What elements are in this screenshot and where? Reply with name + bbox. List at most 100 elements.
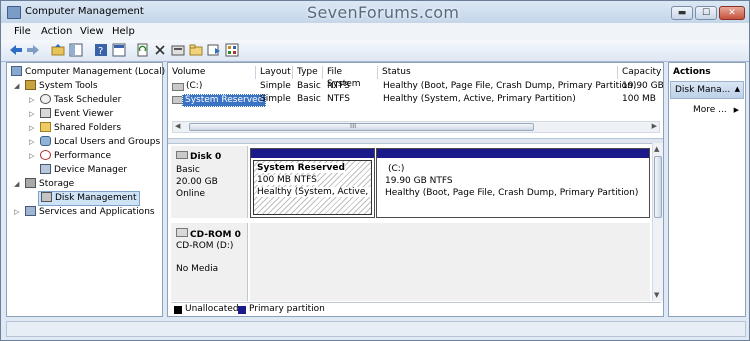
column-header-capacity[interactable]: Capacity [618,66,663,79]
tree-item-system-tools[interactable]: System Tools [25,80,98,93]
menu-action[interactable]: Action [41,26,72,37]
legend-primary-label: Primary partition [249,304,325,314]
column-header-layout[interactable]: Layout [256,66,293,79]
tree-item-label: Computer Management (Local) [25,67,166,77]
disk0-label[interactable]: Disk 0 Basic 20.00 GB Online [171,146,248,218]
actions-more[interactable]: More ... ▶ [693,105,739,115]
partition-size: 100 MB NTFS [257,175,317,185]
collapse-up-icon[interactable]: ▲ [735,85,740,93]
tree-item-label: Services and Applications [39,207,155,217]
refresh-icon[interactable] [136,43,150,57]
cdrom0-label[interactable]: CD-ROM 0 CD-ROM (D:) No Media [171,223,248,301]
column-header-type[interactable]: Type [293,66,323,79]
expand-arrow-icon[interactable]: ▷ [29,110,34,118]
export-icon[interactable] [207,43,221,57]
submenu-arrow-icon: ▶ [733,106,740,114]
tree-item-local-users[interactable]: Local Users and Groups [40,136,160,149]
menu-file[interactable]: File [14,26,31,37]
table-row[interactable]: System Reserved Simple Basic NTFS Health… [168,94,663,107]
tree-item-shared-folders[interactable]: Shared Folders [40,122,121,135]
pane-splitter[interactable] [168,138,663,144]
help-icon[interactable]: ? [94,43,108,57]
title-bar: Computer Management SevenForums.com ▬ ☐ … [1,1,749,23]
cdrom0-area [250,223,650,301]
menu-bar: File Action View Help [1,23,749,40]
disk0-title: Disk 0 [176,151,221,162]
volume-file-system: NTFS [327,94,350,104]
tree-item-services[interactable]: Services and Applications [25,206,155,219]
tools-icon [25,80,36,90]
disk-management-icon [41,192,52,202]
expand-arrow-icon[interactable]: ▷ [14,208,19,216]
volume-list-hscrollbar[interactable]: ◀ III ▶ [172,121,660,133]
scroll-up-icon[interactable]: ▲ [654,145,659,153]
volume-type: Basic [297,81,321,91]
expand-arrow-icon[interactable]: ▷ [29,96,34,104]
expand-arrow-icon[interactable]: ▷ [29,138,34,146]
column-header-volume[interactable]: Volume [168,66,256,79]
legend: Unallocated Primary partition [171,302,661,316]
disk0-type: Basic [176,165,200,175]
forward-arrow-icon[interactable] [26,43,40,57]
close-button[interactable]: ✕ [719,6,745,20]
scroll-left-icon[interactable]: ◀ [175,122,180,130]
scroll-right-icon[interactable]: ▶ [652,122,657,130]
disk0-name: Disk 0 [190,152,222,162]
hscroll-grip: III [350,122,357,130]
minimize-button[interactable]: ▬ [671,6,693,20]
scroll-down-icon[interactable]: ▼ [654,291,659,299]
menu-view[interactable]: View [80,26,104,37]
disk-list-vscrollbar[interactable]: ▲ ▼ [652,143,663,301]
event-viewer-icon [40,108,51,118]
tree-item-device-manager[interactable]: Device Manager [40,164,127,177]
cdrom0-name: CD-ROM 0 [190,230,241,240]
tree-item-event-viewer[interactable]: Event Viewer [40,108,113,121]
tree-item-label: Disk Management [55,193,137,203]
partition-system-reserved[interactable]: System Reserved 100 MB NTFS Healthy (Sys… [250,148,375,218]
svg-text:?: ? [98,46,103,57]
expand-arrow-icon[interactable]: ▷ [29,152,34,160]
expand-arrow-icon[interactable]: ▷ [29,124,34,132]
window-title: Computer Management [25,6,144,17]
column-header-file-system[interactable]: File System [323,66,378,89]
tree-item-root[interactable]: Computer Management (Local) [11,66,165,79]
volume-name: (C:) [186,81,203,91]
show-hide-tree-icon[interactable] [69,43,83,57]
tree-item-task-scheduler[interactable]: Task Scheduler [40,94,121,107]
settings-icon[interactable] [225,43,239,57]
services-icon [25,206,36,216]
tree-item-performance[interactable]: Performance [40,150,111,163]
menu-help[interactable]: Help [112,26,135,37]
hscroll-thumb[interactable]: III [189,122,534,131]
computer-icon [11,66,22,76]
primary-partition-bar [377,149,649,158]
volume-layout: Simple [260,94,291,104]
tree-item-storage[interactable]: Storage [25,178,74,191]
properties-icon[interactable] [171,43,185,57]
tree-item-label: Local Users and Groups [54,137,161,147]
collapse-arrow-icon[interactable]: ◢ [14,82,19,90]
performance-icon [40,150,51,160]
storage-icon [25,178,36,188]
status-bar [6,321,746,337]
partition-c-drive[interactable]: (C:) 19.90 GB NTFS Healthy (Boot, Page F… [376,148,650,218]
maximize-button[interactable]: ☐ [695,6,717,20]
table-row[interactable]: (C:) Simple Basic NTFS Healthy (Boot, Pa… [168,81,663,93]
legend-unallocated-swatch [174,306,182,314]
delete-icon[interactable] [153,43,167,57]
actions-section-disk-management[interactable]: Disk Mana... ▲ [670,81,744,99]
tree-item-label: Task Scheduler [54,95,122,105]
column-header-status[interactable]: Status [378,66,618,79]
vscroll-thumb[interactable] [654,156,662,218]
volume-name: System Reserved [182,94,267,107]
collapse-arrow-icon[interactable]: ◢ [14,180,19,188]
tree-item-disk-management[interactable]: Disk Management [38,191,141,206]
console-icon[interactable] [112,43,126,57]
actions-header: Actions [673,67,711,77]
back-arrow-icon[interactable] [9,43,23,57]
tree-item-label: Device Manager [54,165,128,175]
up-folder-icon[interactable] [51,43,65,57]
actions-more-label: More ... [693,105,727,115]
cdrom-icon [176,228,188,237]
open-folder-icon[interactable] [189,43,203,57]
